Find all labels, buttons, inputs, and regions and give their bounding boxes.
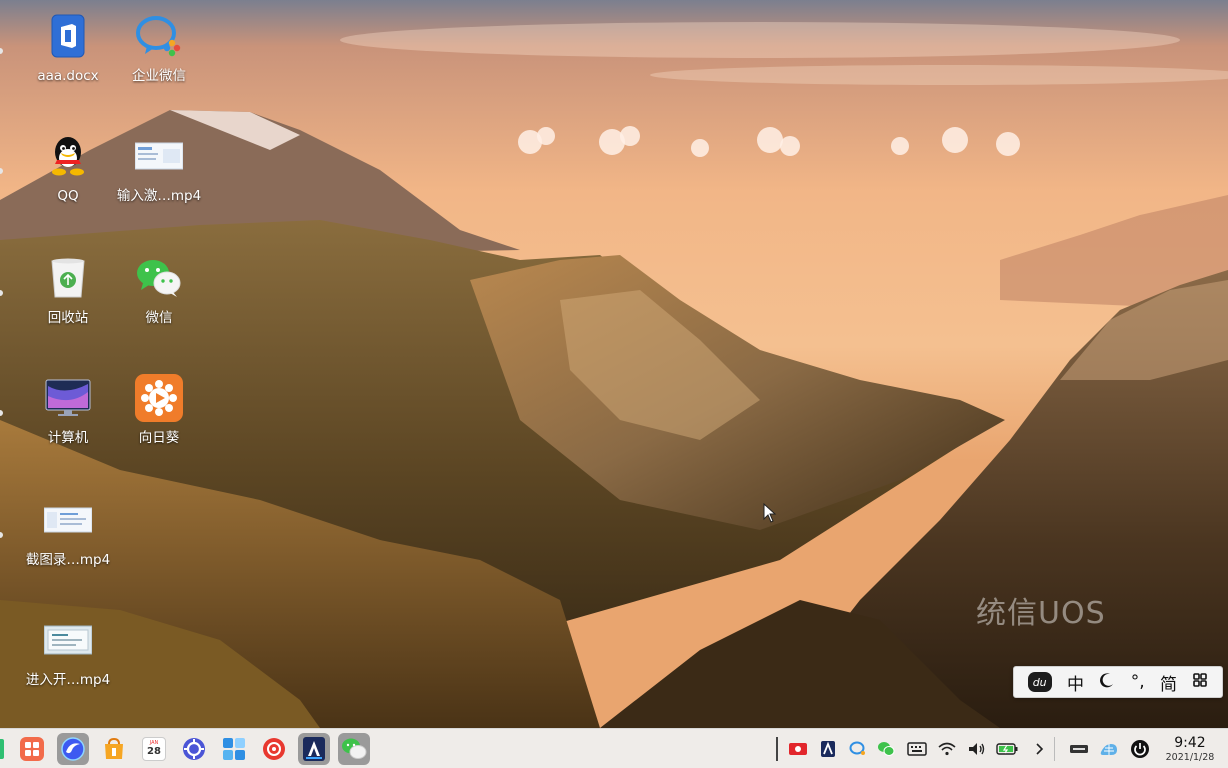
taskbar-settings[interactable]: [178, 733, 210, 765]
desktop-icon-label: 回收站: [47, 310, 89, 326]
desktop-icon-label: 计算机: [47, 430, 89, 446]
ime-moon-icon[interactable]: [1099, 672, 1115, 693]
calendar-day: 28: [147, 746, 161, 757]
video-thumbnail-icon: [135, 132, 183, 180]
desktop-icon-computer[interactable]: 计算机: [24, 374, 112, 449]
desktop-icon-label: 向日葵: [138, 430, 180, 446]
tray-expand-chevron-icon[interactable]: [1028, 738, 1050, 760]
desktop-icon-label: 进入开…mp4: [25, 672, 111, 688]
desktop-icon-enter-dev[interactable]: 进入开…mp4: [24, 616, 112, 691]
ime-grid-icon[interactable]: [1192, 672, 1208, 693]
taskbar-app-store[interactable]: [98, 733, 130, 765]
cloud-print-icon: [303, 737, 325, 761]
app-store-icon: [105, 737, 123, 759]
desktop-icon-video-input[interactable]: 输入激…mp4: [115, 132, 203, 207]
file-manager-icon: [223, 738, 245, 760]
calendar-icon: JAN 28: [142, 737, 166, 761]
cloud-print-tray-icon[interactable]: [817, 738, 839, 760]
desktop-icon-label: 微信: [145, 310, 173, 326]
keyboard-icon[interactable]: [906, 738, 928, 760]
ime-punctuation-toggle[interactable]: °,: [1131, 672, 1145, 692]
taskbar-file-manager[interactable]: [218, 733, 250, 765]
wifi-icon[interactable]: [936, 738, 958, 760]
show-desktop-edge[interactable]: [0, 739, 4, 759]
desktop-icon-qq[interactable]: QQ: [24, 132, 112, 207]
desktop-icon-wecom[interactable]: 企业微信: [115, 12, 203, 87]
document-icon: [44, 12, 92, 60]
wechat-tray-icon[interactable]: [875, 738, 897, 760]
taskbar-launcher[interactable]: [16, 733, 48, 765]
taskbar-clock[interactable]: 9:42 2021/1/28: [1160, 735, 1220, 764]
desktop-icon-label: 输入激…mp4: [116, 188, 202, 204]
network-globe-icon[interactable]: [1098, 738, 1120, 760]
taskbar-wechat[interactable]: [338, 733, 370, 765]
browser-icon: [61, 737, 85, 761]
tray-separator: [1054, 737, 1055, 761]
desktop-icon-wechat[interactable]: 微信: [115, 254, 203, 329]
mouse-cursor-icon: [763, 502, 777, 527]
ime-logo[interactable]: du: [1027, 672, 1052, 692]
taskbar-music[interactable]: [258, 733, 290, 765]
settings-icon: [183, 738, 205, 760]
wechat-icon: [342, 738, 367, 759]
wecom-icon: [135, 12, 183, 60]
taskbar-calendar[interactable]: JAN 28: [138, 733, 170, 765]
trash-icon: [44, 254, 92, 302]
desktop-icon-sunflower[interactable]: 向日葵: [115, 374, 203, 449]
desktop-icon-label: aaa.docx: [37, 68, 99, 84]
taskbar-cloud-print[interactable]: [298, 733, 330, 765]
video-thumbnail-icon: [44, 616, 92, 664]
wecom-tray-icon[interactable]: [847, 738, 869, 760]
desktop-icon-trash[interactable]: 回收站: [24, 254, 112, 329]
ime-language-toggle[interactable]: 中: [1067, 670, 1084, 695]
desktop-icon-label: QQ: [57, 188, 79, 204]
sunflower-icon: [135, 374, 183, 422]
taskbar: JAN 28 9:42 2021/1/28: [0, 728, 1228, 768]
uos-watermark: 统信UOS: [976, 596, 1106, 631]
onscreen-keyboard-icon[interactable]: [1068, 738, 1090, 760]
ime-simplified-toggle[interactable]: 简: [1160, 670, 1177, 695]
desktop-icon-label: 企业微信: [132, 68, 186, 84]
power-icon[interactable]: [1129, 738, 1151, 760]
wechat-icon: [135, 254, 183, 302]
desktop-icon-screen-record[interactable]: 截图录…mp4: [24, 496, 112, 571]
screen-record-tray-icon[interactable]: [787, 738, 809, 760]
tray-separator: [776, 737, 778, 761]
taskbar-browser[interactable]: [57, 733, 89, 765]
battery-icon[interactable]: [996, 738, 1018, 760]
ime-toolbar[interactable]: du 中 °, 简: [1013, 666, 1223, 698]
music-icon: [263, 738, 285, 760]
desktop-icon-aaa-docx[interactable]: aaa.docx: [24, 12, 112, 87]
launcher-icon: [20, 737, 44, 761]
volume-icon[interactable]: [966, 738, 988, 760]
video-thumbnail-icon: [44, 496, 92, 544]
clock-time: 9:42: [1174, 735, 1206, 751]
computer-icon: [44, 374, 92, 422]
desktop-icon-label: 截图录…mp4: [25, 552, 111, 568]
qq-icon: [44, 132, 92, 180]
clock-date: 2021/1/28: [1165, 752, 1215, 763]
